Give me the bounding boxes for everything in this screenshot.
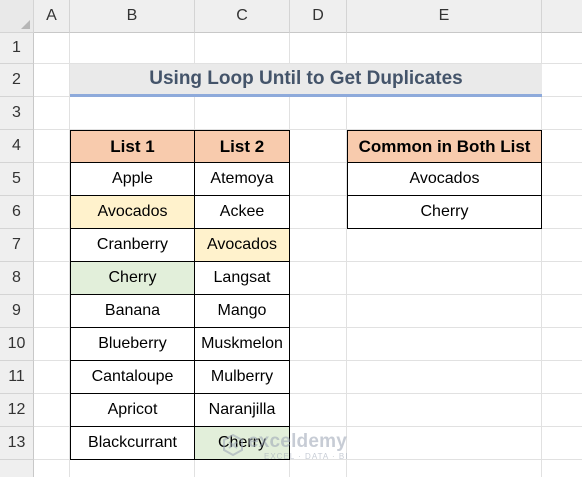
list1-cell[interactable]: Apple xyxy=(70,163,195,196)
common-header[interactable]: Common in Both List xyxy=(347,130,542,163)
list2-cell[interactable]: Naranjilla xyxy=(195,394,290,427)
row-header-9[interactable]: 9 xyxy=(0,295,34,328)
row-header-5[interactable]: 5 xyxy=(0,163,34,196)
list2-cell[interactable]: Mango xyxy=(195,295,290,328)
row-header-1[interactable]: 1 xyxy=(0,33,34,64)
watermark-name: exceldemy xyxy=(248,431,347,452)
column-header-e[interactable]: E xyxy=(347,0,542,33)
list2-header[interactable]: List 2 xyxy=(195,130,290,163)
row-header-3[interactable]: 3 xyxy=(0,97,34,130)
column-header-b[interactable]: B xyxy=(70,0,195,33)
common-cell[interactable]: Cherry xyxy=(347,196,542,229)
common-cell[interactable]: Avocados xyxy=(347,163,542,196)
list2-cell-highlighted[interactable]: Avocados xyxy=(195,229,290,262)
column-header-a[interactable]: A xyxy=(34,0,70,33)
list1-cell[interactable]: Cantaloupe xyxy=(70,361,195,394)
list2-cell[interactable]: Atemoya xyxy=(195,163,290,196)
list1-cell-highlighted[interactable]: Avocados xyxy=(70,196,195,229)
select-all-triangle-icon xyxy=(21,20,30,29)
column-header-d[interactable]: D xyxy=(290,0,347,33)
list1-cell-highlighted[interactable]: Cherry xyxy=(70,262,195,295)
column-header-f-partial[interactable] xyxy=(542,0,582,33)
list2-cell[interactable]: Langsat xyxy=(195,262,290,295)
exceldemy-logo-icon xyxy=(223,434,243,456)
row-header-7[interactable]: 7 xyxy=(0,229,34,262)
list2-cell[interactable]: Mulberry xyxy=(195,361,290,394)
list2-cell[interactable]: Muskmelon xyxy=(195,328,290,361)
list1-cell[interactable]: Cranberry xyxy=(70,229,195,262)
list1-cell[interactable]: Apricot xyxy=(70,394,195,427)
list1-cell[interactable]: Blueberry xyxy=(70,328,195,361)
sheet-title[interactable]: Using Loop Until to Get Duplicates xyxy=(70,64,542,97)
row-header-13[interactable]: 13 xyxy=(0,427,34,460)
row-header-12[interactable]: 12 xyxy=(0,394,34,427)
watermark-tagline: EXCEL · DATA · BI xyxy=(264,452,349,461)
column-header-c[interactable]: C xyxy=(195,0,290,33)
row-header-4[interactable]: 4 xyxy=(0,130,34,163)
row-header-11[interactable]: 11 xyxy=(0,361,34,394)
list1-header[interactable]: List 1 xyxy=(70,130,195,163)
row-header-10[interactable]: 10 xyxy=(0,328,34,361)
row-header-2[interactable]: 2 xyxy=(0,64,34,97)
row-header-8[interactable]: 8 xyxy=(0,262,34,295)
list1-cell[interactable]: Banana xyxy=(70,295,195,328)
list2-cell[interactable]: Ackee xyxy=(195,196,290,229)
row-header-14-partial[interactable] xyxy=(0,460,34,477)
gridline xyxy=(541,33,542,477)
row-header-6[interactable]: 6 xyxy=(0,196,34,229)
gridline xyxy=(346,33,347,477)
exceldemy-watermark: exceldemy EXCEL · DATA · BI xyxy=(222,430,372,466)
list1-cell[interactable]: Blackcurrant xyxy=(70,427,195,460)
select-all-corner[interactable] xyxy=(0,0,34,33)
